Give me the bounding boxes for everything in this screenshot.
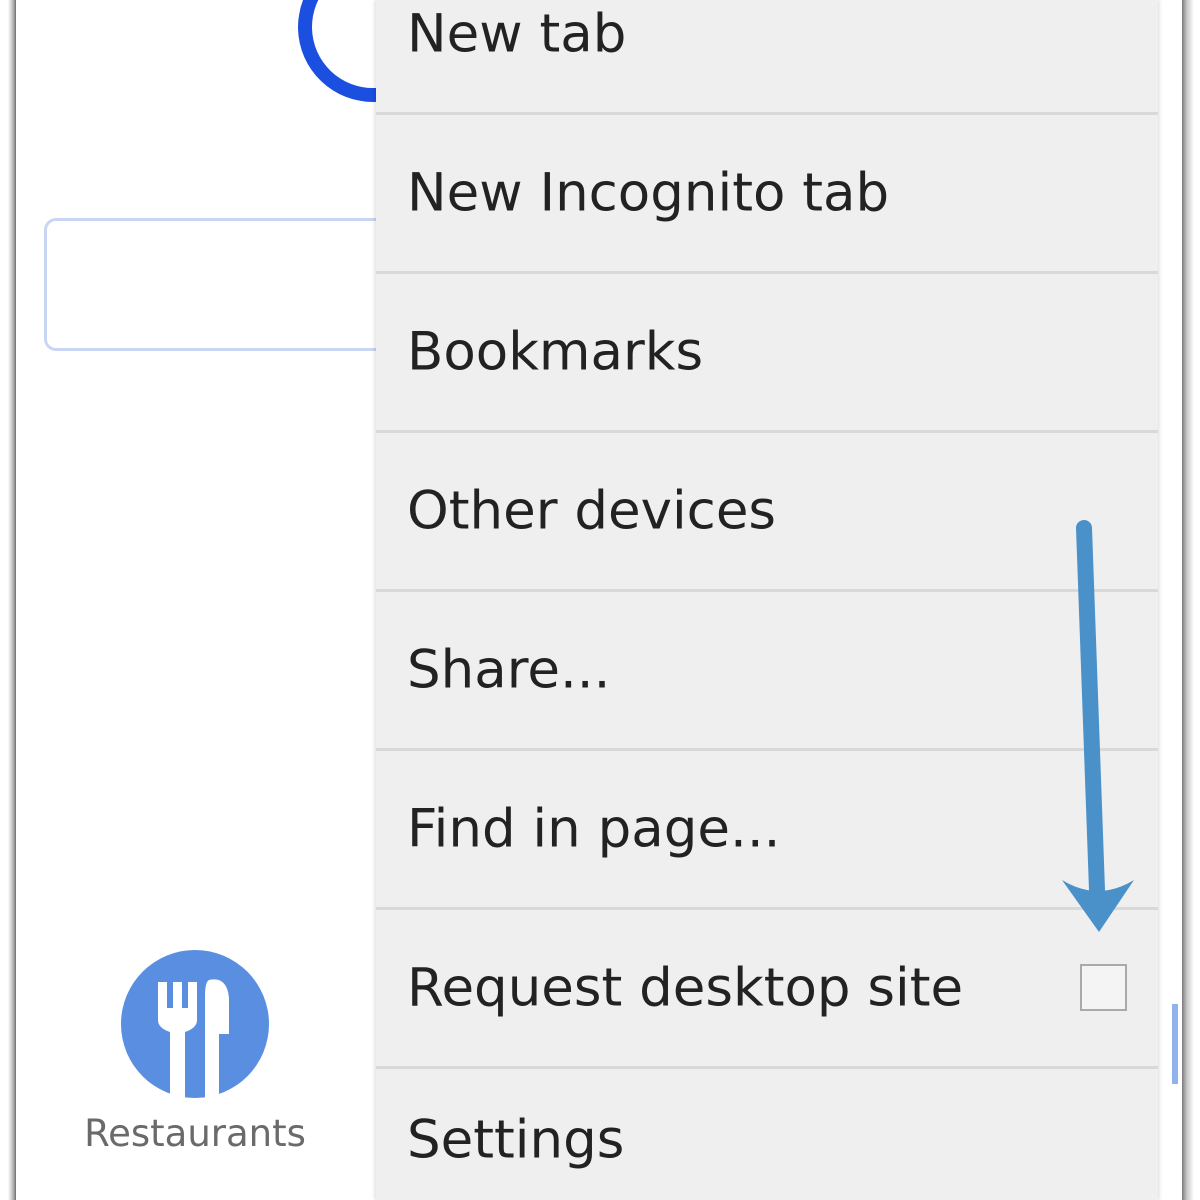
menu-item-label: New Incognito tab [407,162,890,224]
tile-edge [1172,1004,1178,1084]
fork-knife-icon [158,979,229,1098]
menu-item-share[interactable]: Share... [376,592,1158,751]
device-edge-left [0,0,16,1200]
device-edge-right [1182,0,1200,1200]
restaurants-label: Restaurants [84,1112,306,1155]
menu-item-label: Share... [407,639,611,701]
menu-item-find-in-page[interactable]: Find in page... [376,751,1158,910]
menu-item-bookmarks[interactable]: Bookmarks [376,274,1158,433]
menu-item-label: Bookmarks [407,321,704,383]
screenshot-frame: Restaurants New tab New Incognito tab Bo… [0,0,1200,1200]
menu-item-label: New tab [407,3,627,65]
menu-item-other-devices[interactable]: Other devices [376,433,1158,592]
menu-item-label: Request desktop site [407,957,964,1019]
menu-item-new-incognito-tab[interactable]: New Incognito tab [376,115,1158,274]
menu-item-label: Settings [407,1109,625,1170]
menu-item-request-desktop-site[interactable]: Request desktop site [376,910,1158,1069]
restaurants-tile[interactable] [121,950,269,1098]
menu-item-settings[interactable]: Settings [376,1069,1158,1200]
menu-item-new-tab[interactable]: New tab [376,0,1158,115]
menu-item-label: Find in page... [407,798,781,860]
request-desktop-site-checkbox[interactable] [1080,964,1127,1011]
overflow-menu: New tab New Incognito tab Bookmarks Othe… [376,0,1158,1200]
menu-item-label: Other devices [407,480,777,542]
